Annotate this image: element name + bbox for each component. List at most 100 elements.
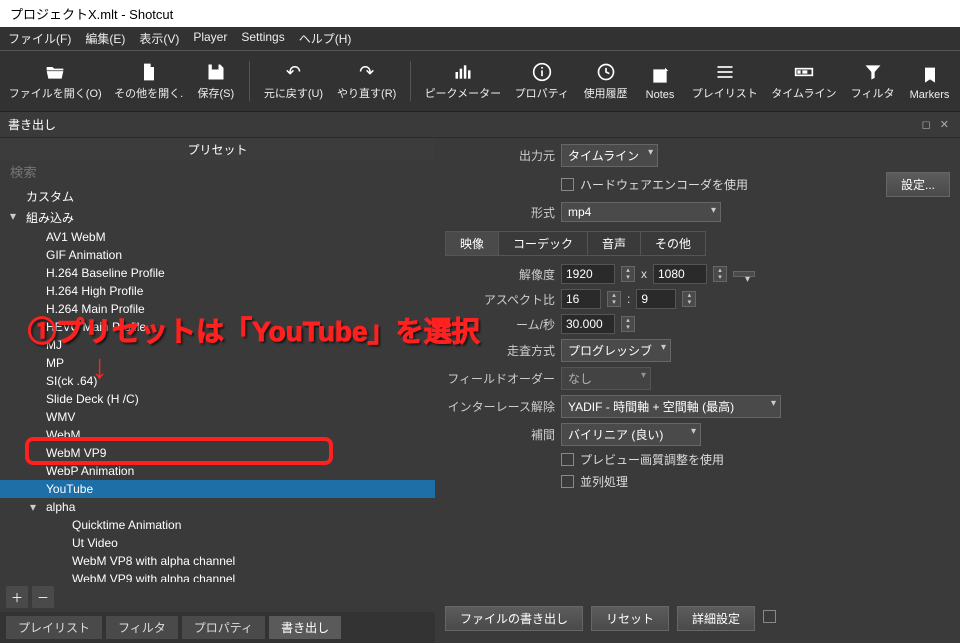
undo-button[interactable]: ↶元に戻す(U) [258,57,329,105]
resolution-height-input[interactable] [653,264,707,284]
menu-player[interactable]: Player [193,30,227,47]
configure-button[interactable]: 設定... [886,172,950,197]
tree-item[interactable]: Quicktime Animation [0,516,435,534]
advanced-button[interactable]: 詳細設定 [677,606,755,631]
tree-item[interactable]: WebP Animation [0,462,435,480]
aspect-num-input[interactable] [561,289,601,309]
preset-tree[interactable]: カスタム ▾組み込み AV1 WebM GIF Animation H.264 … [0,184,435,582]
add-preset-button[interactable]: ＋ [6,586,28,608]
preview-scaling-checkbox[interactable] [561,453,574,466]
window-title: プロジェクトX.mlt - Shotcut [10,7,173,22]
history-button[interactable]: 使用履歴 [577,57,634,105]
spinner[interactable]: ▴▾ [621,266,635,282]
hw-encoder-label: ハードウェアエンコーダを使用 [580,176,748,193]
parallel-checkbox[interactable] [561,475,574,488]
markers-button[interactable]: Markers [903,57,956,105]
tab-playlist[interactable]: プレイリスト [6,616,102,639]
tree-item[interactable]: WMV [0,408,435,426]
interp-combo[interactable]: バイリニア (良い) [561,423,701,446]
parallel-label: 並列処理 [580,473,628,490]
hw-encoder-checkbox[interactable] [561,178,574,191]
resolution-label: 解像度 [445,266,555,283]
tree-item[interactable]: HEVC Main Profile [0,318,435,336]
tree-item[interactable]: H.264 Main Profile [0,300,435,318]
tree-item-youtube[interactable]: YouTube [0,480,435,498]
markers-icon [920,65,940,87]
export-panel-title: 書き出し [8,116,56,133]
peak-meter-button[interactable]: ピークメーター [419,57,506,105]
tree-item[interactable]: H.264 Baseline Profile [0,264,435,282]
tree-item[interactable]: AV1 WebM [0,228,435,246]
menu-settings[interactable]: Settings [241,30,284,47]
export-file-button[interactable]: ファイルの書き出し [445,606,583,631]
tree-item[interactable]: WebM VP9 with alpha channel [0,570,435,582]
resolution-preset-combo[interactable] [733,271,755,277]
bottom-tab-bar: プレイリスト フィルタ プロパティ 書き出し [0,612,435,643]
save-icon [206,61,226,83]
open-file-button[interactable]: ファイルを開く(O) [4,57,106,105]
meter-icon [453,61,473,83]
deinterlacer-combo[interactable]: YADIF - 時間軸 + 空間軸 (最高) [561,395,781,418]
timeline-button[interactable]: タイムライン [766,57,843,105]
open-other-button[interactable]: その他を開く. [108,57,188,105]
tab-codec[interactable]: コーデック [498,231,588,256]
scan-combo[interactable]: プログレッシブ [561,339,671,362]
document-icon [139,61,159,83]
presets-title: プリセット [0,138,435,161]
remove-preset-button[interactable]: － [32,586,54,608]
spinner[interactable]: ▴▾ [607,291,621,307]
spinner[interactable]: ▴▾ [682,291,696,307]
tree-item[interactable]: WebM VP9 [0,444,435,462]
tree-item[interactable]: Ut Video [0,534,435,552]
dock-controls[interactable]: ◻ ✕ [922,118,952,131]
tree-item[interactable]: MP [0,354,435,372]
tree-item[interactable]: MJ [0,336,435,354]
tab-properties[interactable]: プロパティ [182,616,265,639]
tree-item-alpha[interactable]: ▾alpha [0,498,435,516]
menu-edit[interactable]: 編集(E) [85,30,125,47]
resolution-width-input[interactable] [561,264,615,284]
tree-custom[interactable]: カスタム [0,186,435,207]
tree-item[interactable]: GIF Animation [0,246,435,264]
menu-file[interactable]: ファイル(F) [8,30,71,47]
scan-label: 走査方式 [445,342,555,359]
toolbar-separator [410,61,411,101]
toolbar-separator [249,61,250,101]
tab-other[interactable]: その他 [640,231,706,256]
tree-item[interactable]: Slide Deck (H /C) [0,390,435,408]
tab-filters[interactable]: フィルタ [106,616,178,639]
window-title-bar: プロジェクトX.mlt - Shotcut [0,0,960,27]
timeline-icon [794,61,814,83]
tree-builtin[interactable]: ▾組み込み [0,207,435,228]
fps-input[interactable] [561,314,615,334]
x-label: x [641,267,647,281]
spinner[interactable]: ▴▾ [621,316,635,332]
menu-help[interactable]: ヘルプ(H) [299,30,352,47]
preset-search-input[interactable] [6,163,429,182]
tree-item[interactable]: H.264 High Profile [0,282,435,300]
tree-item[interactable]: WebM VP8 with alpha channel [0,552,435,570]
tab-audio[interactable]: 音声 [587,231,641,256]
preview-scaling-label: プレビュー画質調整を使用 [580,451,724,468]
output-from-combo[interactable]: タイムライン [561,144,658,167]
menu-view[interactable]: 表示(V) [139,30,179,47]
properties-button[interactable]: プロパティ [508,57,575,105]
tab-video[interactable]: 映像 [445,231,499,256]
tree-item[interactable]: WebM [0,426,435,444]
advanced-checkbox[interactable] [763,610,776,623]
playlist-icon [715,61,735,83]
tab-export[interactable]: 書き出し [269,616,341,639]
aspect-label: アスペクト比 [445,291,555,308]
filters-button[interactable]: フィルタ [844,57,901,105]
reset-button[interactable]: リセット [591,606,669,631]
notes-button[interactable]: Notes [636,57,684,105]
fieldorder-combo[interactable]: なし [561,367,651,390]
spinner[interactable]: ▴▾ [713,266,727,282]
save-button[interactable]: 保存(S) [191,57,241,105]
export-settings-pane: 出力元 タイムライン ハードウェアエンコーダを使用 設定... 形式 mp4 映… [435,138,960,643]
redo-button[interactable]: ↷やり直す(R) [331,57,402,105]
playlist-button[interactable]: プレイリスト [686,57,763,105]
format-combo[interactable]: mp4 [561,202,721,222]
aspect-den-input[interactable] [636,289,676,309]
tree-item[interactable]: SI(ck .64) [0,372,435,390]
